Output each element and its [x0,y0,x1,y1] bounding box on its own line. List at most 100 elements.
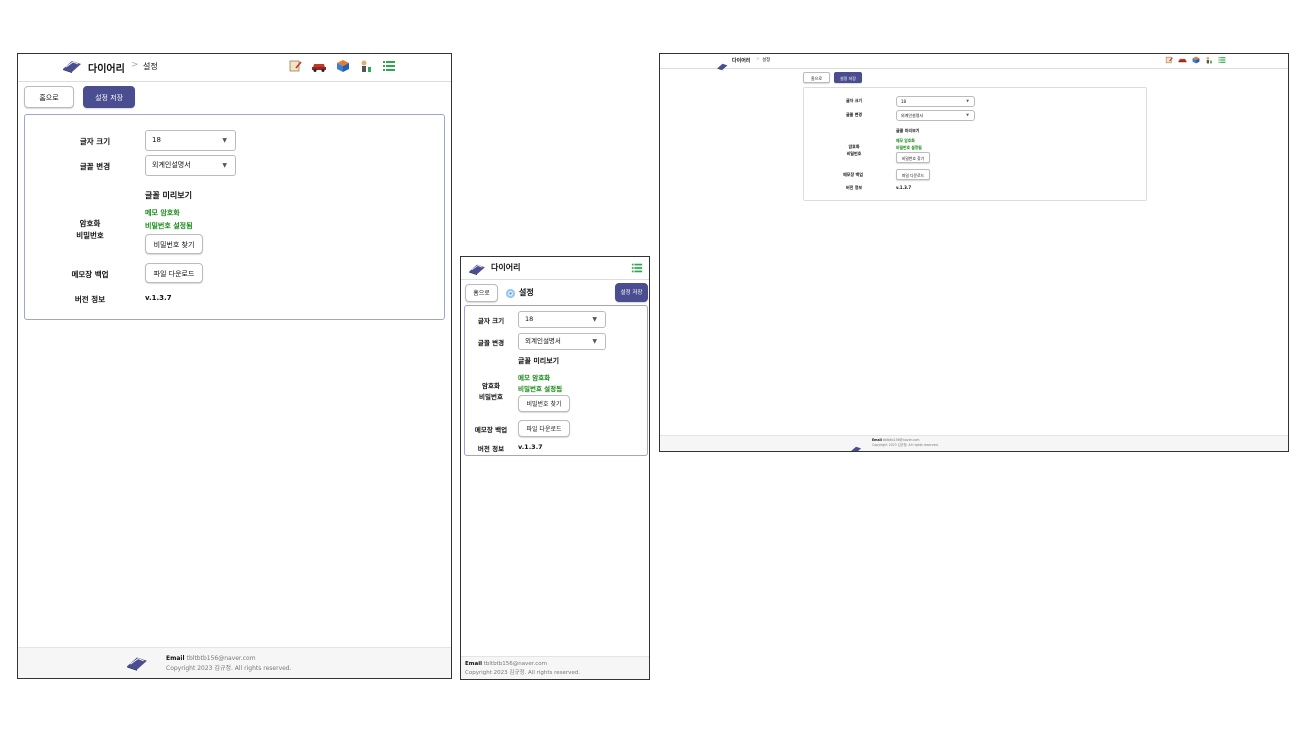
app-title[interactable]: 다이어리 [491,262,520,273]
home-button[interactable]: 홈으로 [24,86,74,108]
home-button[interactable]: 홈으로 [803,72,830,83]
chevron-down-icon: ▼ [966,113,969,117]
encrypt-status: 메모 암호화 [145,209,180,217]
save-settings-button[interactable]: 설정 저장 [83,86,136,108]
header: 다이어리 [461,257,649,280]
backup-label: 메모장 백업 [71,270,109,279]
find-password-button[interactable]: 비밀번호 찾기 [145,234,203,254]
person-icon[interactable] [1205,56,1213,64]
font-preview: 글꼴 미리보기 [145,191,192,200]
font-label: 글꼴 변경 [79,162,111,171]
nav-icons [288,59,396,73]
desktop-view: 다이어리 > 설정 홈으로 설정 저장 글자 크기 18 ▼ 글꼴 변경 외계인설… [659,53,1289,452]
font-value: 외계인설명서 [152,161,191,169]
diary-logo-icon[interactable] [717,56,728,75]
font-value: 외계인설명서 [525,337,561,345]
nav-icons [1165,56,1226,64]
footer-logo-icon [850,439,862,451]
page-title: 설정 [519,288,534,297]
font-size-value: 18 [525,315,534,323]
encrypt-password-label: 암호화 비밀번호 [76,219,104,240]
save-settings-button[interactable]: 설정 저장 [615,283,648,302]
email-label: Email [872,438,882,442]
chevron-down-icon: ▼ [966,99,969,103]
diary-logo-icon[interactable] [62,58,82,78]
font-select[interactable]: 외계인설명서 ▼ [518,333,606,350]
font-size-label: 글자 크기 [477,317,505,325]
car-icon[interactable] [1178,56,1187,64]
footer-text: Email tbltbtb156@naver.com Copyright 202… [465,660,580,678]
email-link[interactable]: tbltbtb156@naver.com [484,661,547,667]
download-button[interactable]: 파일 다운로드 [896,169,930,180]
chevron-down-icon: ▼ [592,316,597,323]
chevron-down-icon: ▼ [222,162,227,169]
button-row: 홈으로 설정 저장 [24,85,136,108]
save-settings-button[interactable]: 설정 저장 [834,72,862,83]
person-icon[interactable] [359,59,373,73]
copyright: Copyright 2023 김규정. All rights reserved. [872,443,939,447]
download-button[interactable]: 파일 다운로드 [145,263,203,283]
encrypt-password-label: 암호화 비밀번호 [479,382,503,401]
diary-logo-icon[interactable] [468,261,486,280]
gear-icon [505,288,516,299]
chevron-down-icon: ▼ [222,137,227,144]
box-icon[interactable] [1192,56,1200,64]
email-link[interactable]: tbltbtb156@naver.com [883,438,920,442]
footer: Email tbltbtb156@naver.com Copyright 202… [660,435,1288,451]
font-label: 글꼴 변경 [845,112,863,117]
font-size-select[interactable]: 18 ▼ [896,96,975,107]
list-icon[interactable] [382,59,396,73]
header: 다이어리 > 설정 [18,54,451,82]
font-preview: 글꼴 미리보기 [518,357,560,365]
footer: Email tbltbtb156@naver.com Copyright 202… [18,647,451,678]
memo-icon[interactable] [288,59,302,73]
font-preview: 글꼴 미리보기 [896,128,920,133]
app-title[interactable]: 다이어리 [88,60,125,75]
font-size-label: 글자 크기 [845,98,863,103]
home-button[interactable]: 홈으로 [465,284,498,302]
download-button[interactable]: 파일 다운로드 [518,420,570,437]
find-password-button[interactable]: 비밀번호 찾기 [518,395,570,412]
password-status: 비밀번호 설정됨 [145,222,193,230]
encrypt-password-label: 암호화 비밀번호 [846,144,862,156]
box-icon[interactable] [336,59,350,73]
font-size-label: 글자 크기 [79,137,111,146]
version-label: 버전 정보 [74,295,106,304]
font-select[interactable]: 외계인설명서 ▼ [896,110,975,121]
find-password-button[interactable]: 비밀번호 찾기 [896,152,930,163]
settings-panel: 글자 크기 18 ▼ 글꼴 변경 외계인설명서 ▼ 글꼴 미리보기 메모 암호화 비… [24,114,445,320]
font-size-value: 18 [152,136,161,144]
list-icon[interactable] [1218,56,1226,64]
font-value: 외계인설명서 [901,113,924,118]
breadcrumb-page: 설정 [762,58,771,63]
app-title[interactable]: 다이어리 [732,57,750,64]
version-label: 버전 정보 [477,445,505,453]
list-icon[interactable] [631,262,643,274]
header: 다이어리 > 설정 [660,54,1288,71]
font-size-value: 18 [901,99,907,104]
version-label: 버전 정보 [845,185,863,190]
car-icon[interactable] [311,59,327,73]
breadcrumb-page: 설정 [143,62,158,71]
email-label: Email [166,655,185,662]
settings-panel: 글자 크기 18 ▼ 글꼴 변경 외계인설명서 ▼ 글꼴 미리보기 메모 암호화 비… [803,87,1147,201]
breadcrumb-separator: > [756,57,760,62]
footer-logo-icon [126,654,148,676]
memo-icon[interactable] [1165,56,1173,64]
font-select[interactable]: 외계인설명서 ▼ [145,155,236,176]
font-size-select[interactable]: 18 ▼ [518,311,606,328]
password-status: 비밀번호 설정됨 [896,145,922,150]
footer: Email tbltbtb156@naver.com Copyright 202… [461,656,649,679]
breadcrumb-separator: > [131,60,139,70]
font-label: 글꼴 변경 [477,339,505,347]
tablet-view: 다이어리 > 설정 홈으로 설정 저장 글자 크기 18 ▼ 글꼴 변경 외계인설… [17,53,452,679]
backup-label: 메모장 백업 [474,426,508,434]
email-link[interactable]: tbltbtb156@naver.com [187,655,256,662]
chevron-down-icon: ▼ [592,338,597,345]
version-value: v.1.3.7 [145,294,172,302]
copyright: Copyright 2023 김규정. All rights reserved. [166,665,292,672]
encrypt-status: 메모 암호화 [518,374,551,382]
encrypt-status: 메모 암호화 [896,138,915,143]
copyright: Copyright 2023 김규정. All rights reserved. [465,670,581,676]
font-size-select[interactable]: 18 ▼ [145,130,236,151]
